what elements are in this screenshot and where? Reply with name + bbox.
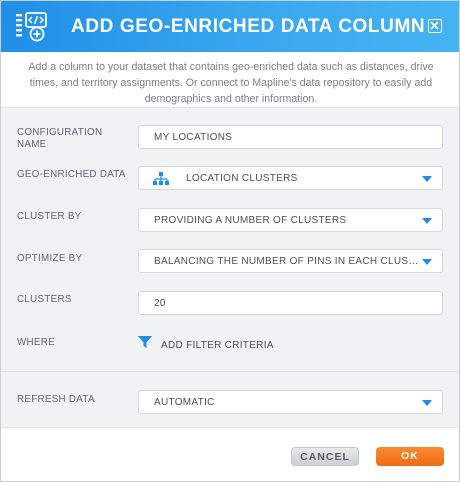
configuration-name-value: MY LOCATIONS — [154, 132, 233, 143]
clusters-label: CLUSTERS — [17, 294, 72, 305]
geo-enriched-data-value: LOCATION CLUSTERS — [186, 173, 298, 184]
ok-button[interactable]: OK — [376, 447, 444, 466]
geo-enriched-data-label: GEO-ENRICHED DATA — [17, 169, 126, 180]
refresh-data-select[interactable]: AUTOMATIC — [138, 390, 443, 414]
optimize-by-select[interactable]: BALANCING THE NUMBER OF PINS IN EACH CLU… — [138, 249, 443, 273]
filter-funnel-icon — [138, 336, 152, 348]
close-icon — [430, 21, 439, 30]
geo-enriched-data-select[interactable]: LOCATION CLUSTERS — [138, 166, 443, 190]
chevron-down-icon — [422, 176, 432, 182]
refresh-data-value: AUTOMATIC — [154, 397, 215, 408]
dialog-title: ADD GEO-ENRICHED DATA COLUMN — [71, 16, 426, 37]
close-button[interactable] — [428, 19, 442, 33]
cluster-by-value: PROVIDING A NUMBER OF CLUSTERS — [154, 215, 347, 226]
cluster-by-label: CLUSTER BY — [17, 211, 82, 222]
chevron-down-icon — [422, 218, 432, 224]
configuration-name-input[interactable]: MY LOCATIONS — [138, 125, 443, 149]
chevron-down-icon — [422, 400, 432, 406]
dialog-header: ADD GEO-ENRICHED DATA COLUMN — [1, 1, 459, 52]
dialog-description: Add a column to your dataset that contai… — [28, 61, 434, 105]
configuration-name-label: CONFIGURATION NAME — [17, 127, 103, 150]
optimize-by-value: BALANCING THE NUMBER OF PINS IN EACH CLU… — [154, 256, 422, 267]
cancel-button[interactable]: CANCEL — [291, 447, 359, 466]
chevron-down-icon — [422, 259, 432, 265]
add-data-column-icon — [16, 12, 47, 42]
cluster-hierarchy-icon — [153, 172, 169, 185]
cluster-by-select[interactable]: PROVIDING A NUMBER OF CLUSTERS — [138, 208, 443, 232]
clusters-value: 20 — [154, 298, 166, 309]
clusters-input[interactable]: 20 — [138, 291, 443, 315]
add-geo-enriched-data-column-dialog: ADD GEO-ENRICHED DATA COLUMN Add a colum… — [0, 0, 460, 482]
refresh-data-label: REFRESH DATA — [17, 394, 95, 405]
optimize-by-label: OPTIMIZE BY — [17, 253, 83, 264]
where-label: WHERE — [17, 337, 55, 348]
add-filter-criteria-label: ADD FILTER CRITERIA — [161, 340, 274, 351]
